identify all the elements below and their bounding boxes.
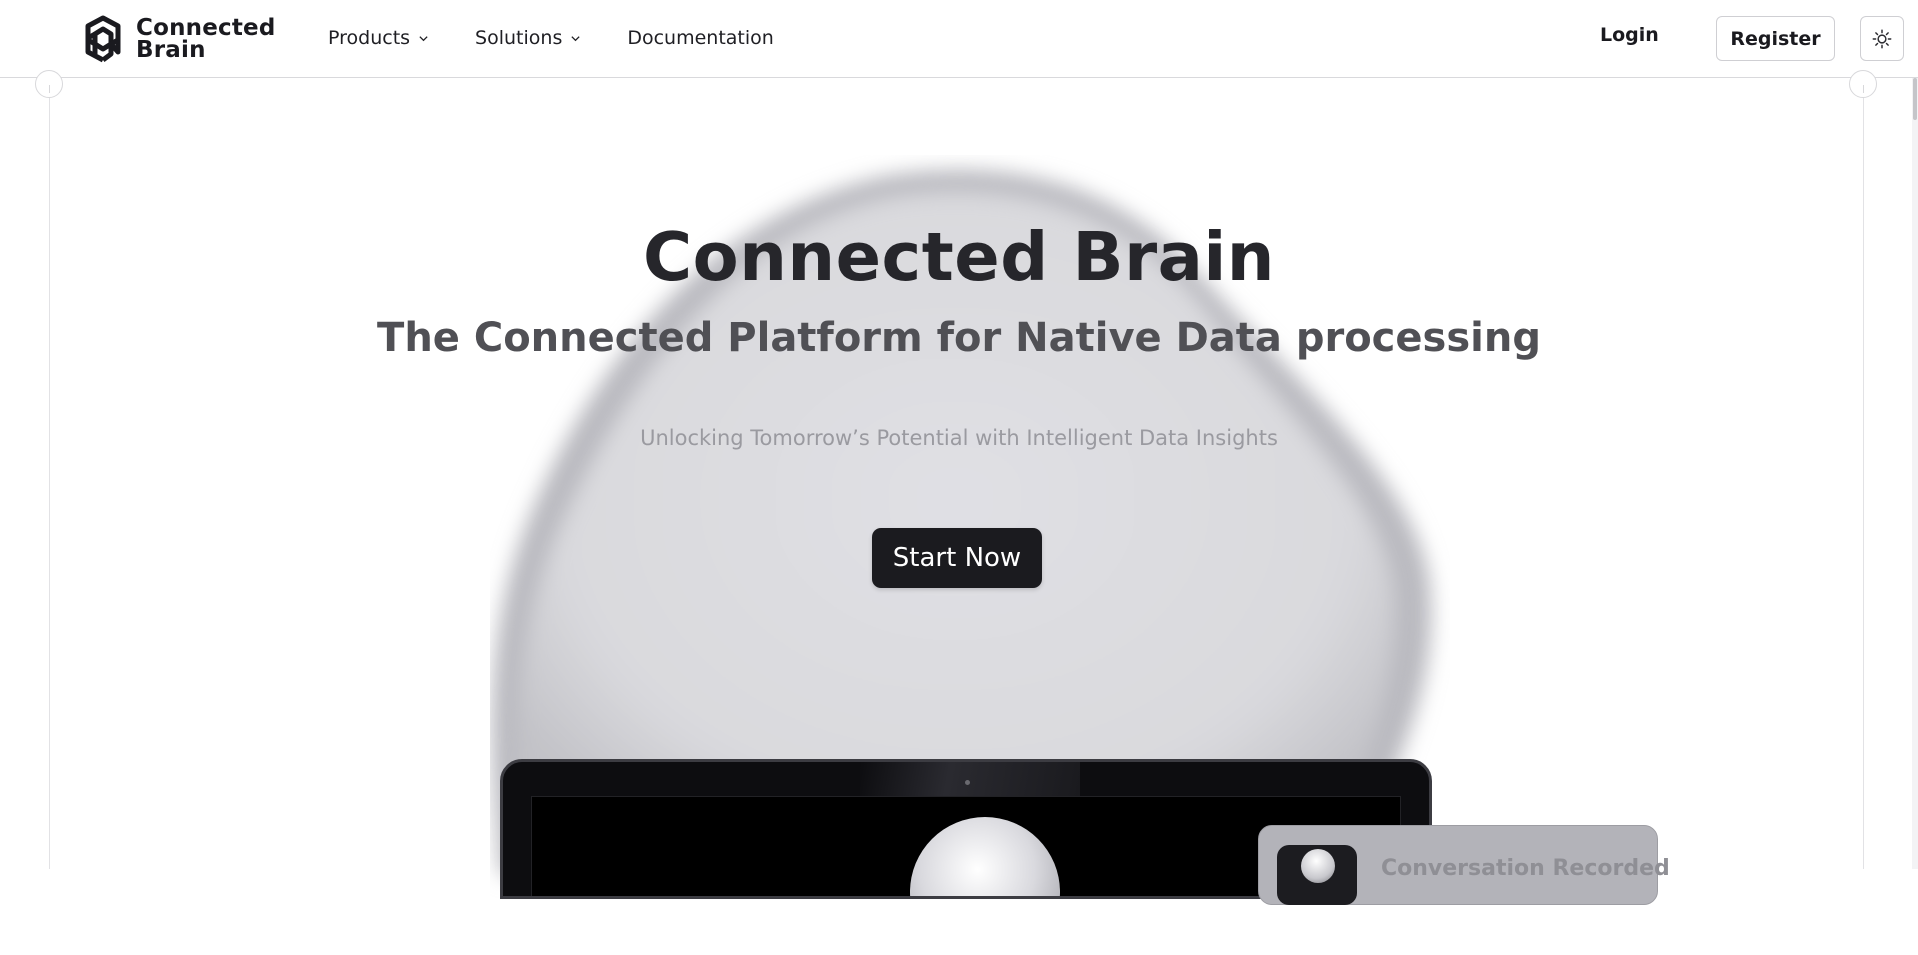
robot-head-image [910,817,1060,896]
robot-avatar [1277,845,1357,905]
frame-right-border [1863,78,1864,869]
hero-tagline: Unlocking Tomorrow’s Potential with Inte… [640,426,1278,450]
conversation-notification-card: Conversation Recorded [1258,825,1670,905]
register-button[interactable]: Register [1716,16,1835,61]
nav-products[interactable]: Products [328,27,429,49]
logo[interactable]: Connected Brain [78,14,276,64]
nav-solutions[interactable]: Solutions [475,27,581,49]
frame-corner-marker-left [35,70,63,98]
hero-subtitle: The Connected Platform for Native Data p… [377,315,1541,361]
nav-documentation[interactable]: Documentation [627,27,773,49]
start-now-button[interactable]: Start Now [872,528,1042,588]
scrollbar-thumb[interactable] [1913,78,1917,120]
nav-products-label: Products [328,27,411,49]
logo-line-2: Brain [136,37,206,63]
nav-documentation-label: Documentation [627,27,774,49]
laptop-camera [965,780,970,785]
theme-toggle-button[interactable] [1860,16,1904,61]
nav-solutions-label: Solutions [475,27,563,49]
laptop-notch [860,762,1080,798]
frame-left-border [49,78,50,869]
sun-icon [1872,29,1892,48]
main-nav: Products Solutions Documentation [328,0,820,76]
logo-wordmark: Connected Brain [136,15,276,63]
scrollbar-track[interactable] [1912,78,1918,869]
hero-title: Connected Brain [643,218,1275,296]
login-link[interactable]: Login [1600,24,1659,46]
top-navigation-bar: Connected Brain Products Solutions Docum… [0,0,1918,78]
logo-line-1: Connected [136,15,276,41]
chevron-down-icon [419,35,428,41]
chevron-down-icon [571,35,580,41]
brain-knot-logo-icon [85,15,121,63]
frame-corner-marker-right [1849,70,1877,98]
